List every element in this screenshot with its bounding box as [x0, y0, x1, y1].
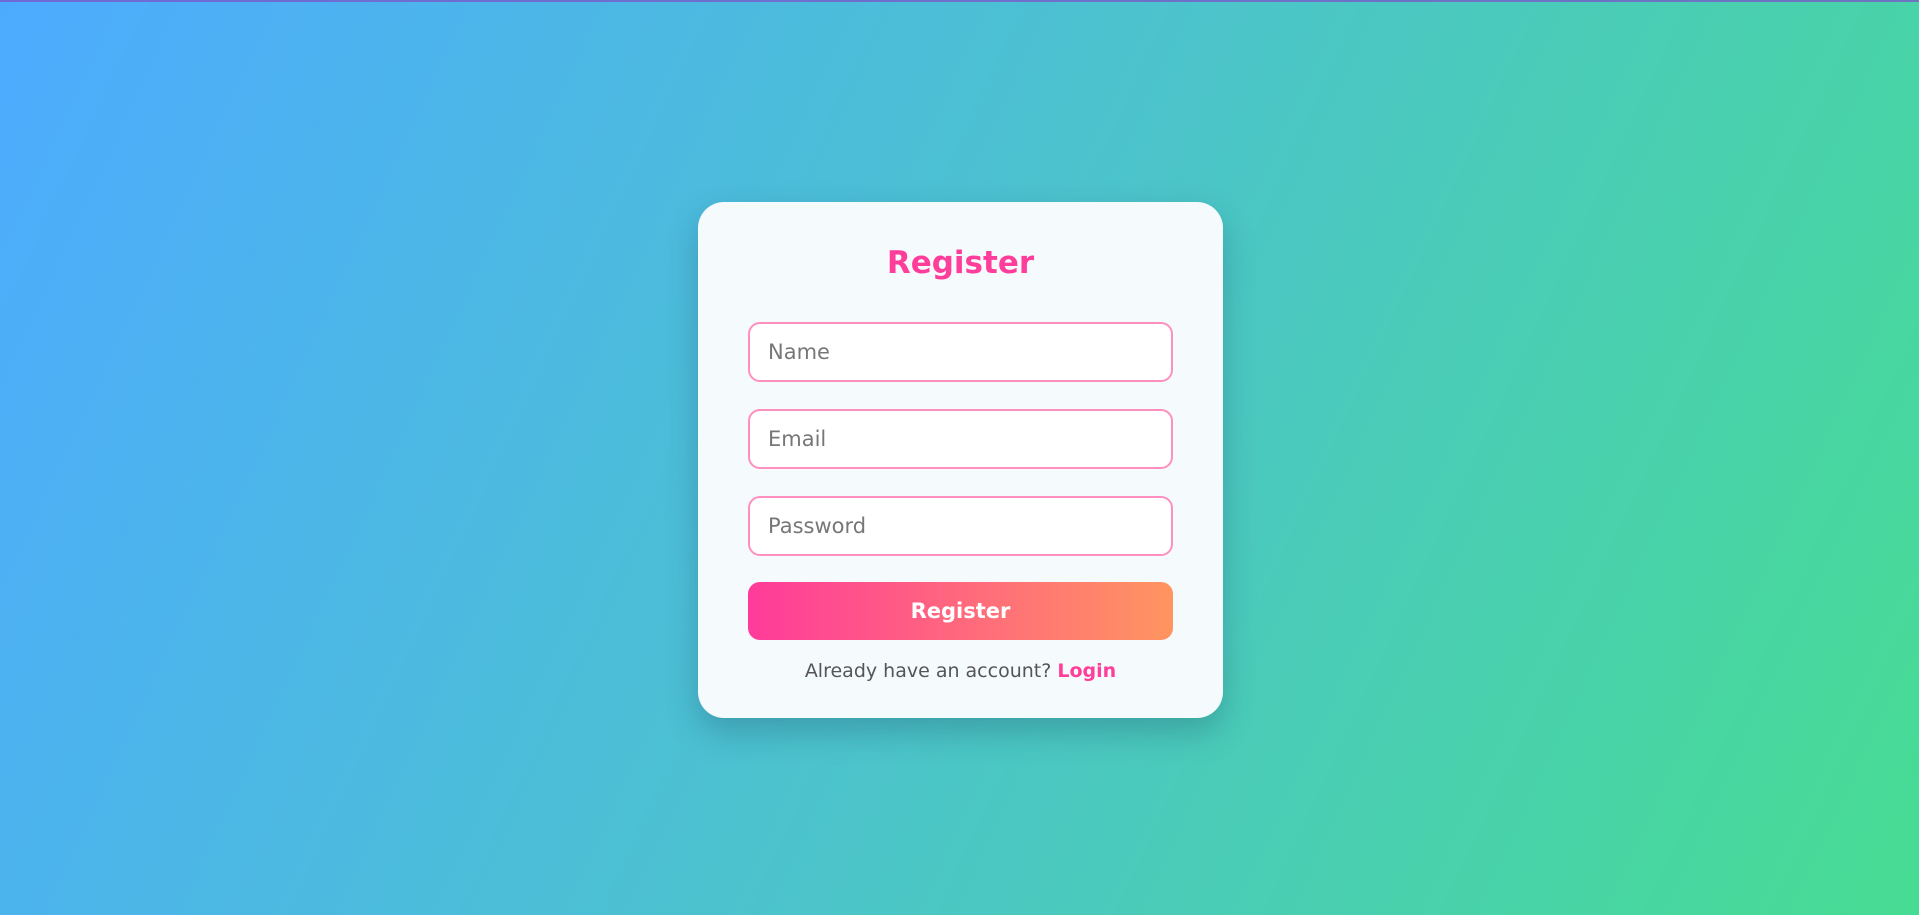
top-edge-line	[0, 0, 1919, 2]
register-button[interactable]: Register	[748, 582, 1173, 640]
page-title: Register	[886, 245, 1035, 281]
login-prompt: Already have an account? Login	[748, 660, 1173, 682]
login-prompt-text: Already have an account?	[804, 660, 1052, 682]
name-input[interactable]	[748, 322, 1173, 382]
register-card: Register Register Already have an accoun…	[698, 202, 1223, 718]
password-input[interactable]	[748, 496, 1173, 556]
login-link[interactable]: Login	[1057, 660, 1116, 682]
email-input[interactable]	[748, 409, 1173, 469]
